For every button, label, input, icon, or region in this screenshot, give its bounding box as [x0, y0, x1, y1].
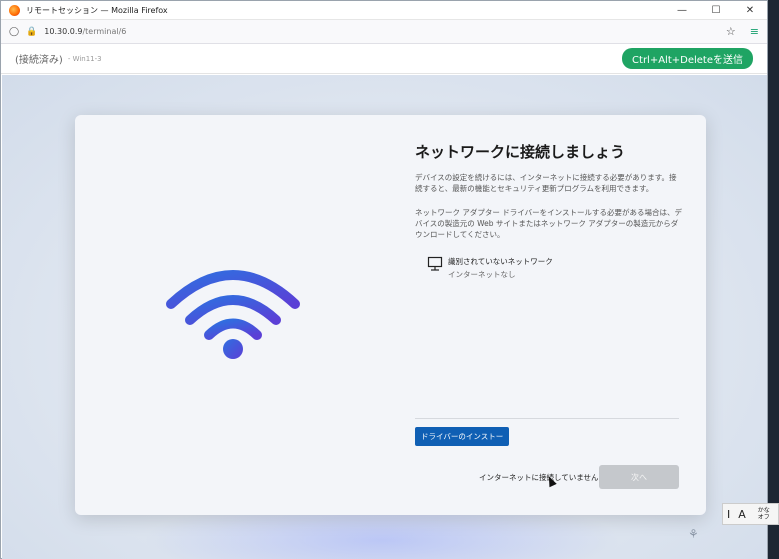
description-paragraph-2: ネットワーク アダプター ドライバーをインストールする必要がある場合は、デバイス… [415, 208, 682, 239]
lock-icon[interactable]: 🔒 [26, 27, 37, 37]
window-controls: — ☐ ✕ [665, 1, 767, 19]
divider [415, 418, 679, 419]
session-host: - Win11-3 [67, 54, 102, 63]
window-title: リモートセッション — Mozilla Firefox [26, 5, 168, 15]
ime-mode-i[interactable]: I [723, 508, 734, 521]
browser-window: リモートセッション — Mozilla Firefox — ☐ ✕ ◯ 🔒 10… [0, 0, 768, 559]
ime-mode-a[interactable]: A [734, 508, 750, 521]
title-bar: リモートセッション — Mozilla Firefox — ☐ ✕ [1, 1, 767, 20]
ime-indicator[interactable]: I A かな オフ [722, 503, 779, 525]
ctrl-alt-delete-button[interactable]: Ctrl+Alt+Deleteを送信 [622, 48, 753, 69]
ime-off: オフ [757, 514, 770, 521]
maximize-icon[interactable]: ☐ [699, 1, 733, 19]
close-icon[interactable]: ✕ [733, 1, 767, 19]
install-driver-button[interactable]: ドライバーのインストー [415, 427, 510, 446]
network-state: インターネットなし [448, 270, 516, 279]
oobe-dialog: ネットワークに接続しましょう デバイスの設定を続けるには、インターネットに接続す… [75, 115, 706, 515]
minimize-icon[interactable]: — [665, 1, 699, 19]
firefox-icon [9, 4, 20, 16]
host-desktop-edge [768, 0, 779, 559]
remote-desktop[interactable]: ネットワークに接続しましょう デバイスの設定を続けるには、インターネットに接続す… [2, 75, 767, 559]
network-name: 識別されていないネットワーク [448, 257, 553, 266]
menu-icon[interactable]: ≡ [750, 25, 759, 38]
network-list-item[interactable]: 識別されていないネットワーク インターネットなし [427, 256, 553, 280]
no-internet-link[interactable]: インターネットに接続していません [479, 472, 599, 483]
url-bar[interactable]: ◯ 🔒 10.30.0.9/terminal/6 ☆ ≡ [1, 20, 767, 44]
ime-kana: かな [757, 507, 770, 514]
wifi-icon [166, 270, 300, 359]
url-path: /terminal/6 [82, 27, 127, 36]
url-host: 10.30.0.9 [44, 27, 83, 36]
page-title: ネットワークに接続しましょう [415, 143, 626, 161]
description-paragraph-1: デバイスの設定を続けるには、インターネットに接続する必要があります。接続すると、… [415, 173, 677, 193]
session-bar: (接続済み) - Win11-3 Ctrl+Alt+Deleteを送信 [1, 44, 767, 74]
accessibility-icon[interactable]: ⚘ [688, 527, 699, 541]
ime-mode-kana[interactable]: かな オフ [750, 507, 778, 521]
url-text[interactable]: 10.30.0.9/terminal/6 [44, 27, 126, 36]
shield-icon[interactable]: ◯ [9, 27, 19, 37]
next-button[interactable]: 次へ [599, 465, 679, 489]
bookmark-star-icon[interactable]: ☆ [726, 25, 736, 38]
computer-network-icon [427, 256, 443, 271]
connection-status: (接続済み) [15, 55, 63, 66]
